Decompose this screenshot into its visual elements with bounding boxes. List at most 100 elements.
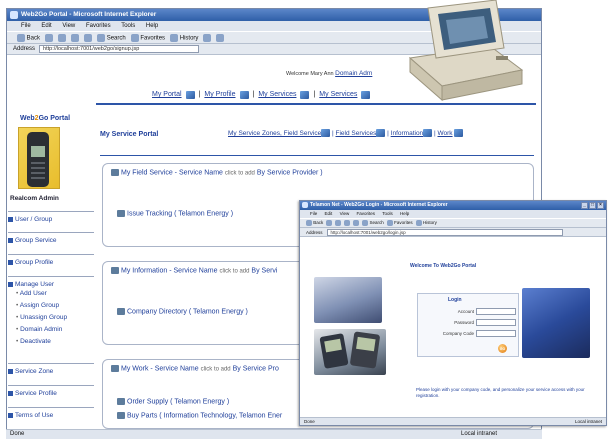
service-buy-parts[interactable]: Buy Parts ( Information Technology, Tela… <box>117 412 282 419</box>
history-icon <box>415 220 422 226</box>
link-work[interactable]: Work <box>438 130 453 137</box>
services-icon <box>361 91 371 99</box>
back-arrow-icon <box>306 220 312 226</box>
sidebar-subitem-deactivate[interactable]: Deactivate <box>16 336 94 348</box>
sidebar-item-group-profile[interactable]: Group Profile <box>8 254 94 266</box>
user-name: Realcom Admin <box>10 195 59 202</box>
business-meeting-photo <box>314 277 382 323</box>
service-icon <box>117 398 125 405</box>
search-button[interactable]: Search <box>362 220 384 226</box>
print-icon[interactable] <box>216 33 225 42</box>
login-title: Login <box>448 297 462 303</box>
menu-file[interactable]: File <box>310 211 317 216</box>
menu-tools[interactable]: Tools <box>121 23 135 29</box>
refresh-icon[interactable] <box>344 220 351 226</box>
forward-arrow-icon[interactable] <box>45 33 54 42</box>
sidebar-subitem-assign-group[interactable]: Assign Group <box>16 300 94 312</box>
password-label: Password <box>454 320 474 325</box>
password-input[interactable] <box>476 319 516 326</box>
refresh-icon[interactable] <box>71 33 80 42</box>
account-input[interactable] <box>476 308 516 315</box>
company-code-input[interactable] <box>476 330 516 337</box>
service-order-supply[interactable]: Order Supply ( Telamon Energy ) <box>117 398 229 405</box>
menu-favorites[interactable]: Favorites <box>86 23 111 29</box>
link-information[interactable]: Information <box>391 130 424 137</box>
history-icon <box>170 33 179 42</box>
nav-my-portal[interactable]: My Portal <box>152 91 182 99</box>
welcome-message: Welcome Mary Ann Domain Adm <box>286 70 372 77</box>
login-form: Login Account Password Company Code GO <box>417 293 519 357</box>
service-icon <box>117 412 125 419</box>
stop-icon[interactable] <box>335 220 342 226</box>
box-title: My Field Service - Service Name <box>121 169 223 177</box>
sidebar-item-user-group[interactable]: User / Group <box>8 211 94 223</box>
link-field-services[interactable]: Field Services <box>336 130 377 137</box>
back-window-title: Web2Go Portal - Microsoft Internet Explo… <box>21 11 157 18</box>
minimize-button[interactable]: _ <box>581 202 588 209</box>
menu-view[interactable]: View <box>62 23 75 29</box>
back-button[interactable]: Back <box>17 33 40 42</box>
login-browser-window: Telamon Net - Web2Go Login - Microsoft I… <box>299 200 607 426</box>
history-button[interactable]: History <box>170 33 198 42</box>
go-button[interactable]: GO <box>498 344 507 353</box>
service-issue-tracking[interactable]: Issue Tracking ( Telamon Energy ) <box>117 210 233 217</box>
sidebar-subitem-unassign-group[interactable]: Unassign Group <box>16 312 94 324</box>
top-navigation: My Portal | My Profile | My Services | M… <box>152 91 371 99</box>
login-status-bar: Done Local intranet <box>300 417 606 425</box>
menu-file[interactable]: File <box>21 23 31 29</box>
menu-edit[interactable]: Edit <box>325 211 333 216</box>
back-arrow-icon <box>17 33 25 42</box>
left-sidebar: Web2Go Portal Realcom Admin User / Group… <box>8 113 94 433</box>
mail-icon[interactable] <box>203 33 212 42</box>
history-button[interactable]: History <box>415 220 437 226</box>
sidebar-subitem-add-user[interactable]: Add User <box>16 288 94 300</box>
domain-admin-link[interactable]: Domain Adm <box>335 70 372 77</box>
link-service-zones[interactable]: My Service Zones, Field Service <box>228 130 321 137</box>
sidebar-item-service-zone[interactable]: Service Zone <box>8 363 94 375</box>
sidebar-item-terms-of-use[interactable]: Terms of Use <box>8 407 94 419</box>
address-input[interactable]: http://localhost:7001/web2go/signup.jsp <box>39 45 200 53</box>
login-window-titlebar[interactable]: Telamon Net - Web2Go Login - Microsoft I… <box>300 201 606 210</box>
favorites-icon <box>130 33 139 42</box>
menu-edit[interactable]: Edit <box>41 23 51 29</box>
nav-my-profile[interactable]: My Profile <box>204 91 235 99</box>
nav-my-services-2[interactable]: My Services <box>319 91 357 99</box>
sidebar-subitem-domain-admin[interactable]: Domain Admin <box>16 324 94 336</box>
stop-icon[interactable] <box>58 33 67 42</box>
favorites-button[interactable]: Favorites <box>386 220 413 226</box>
nav-my-services-1[interactable]: My Services <box>258 91 296 99</box>
service-icon <box>117 210 125 217</box>
account-label: Account <box>457 309 474 314</box>
home-icon[interactable] <box>353 220 360 226</box>
back-status-bar: Done Local intranet <box>6 429 542 439</box>
service-company-directory[interactable]: Company Directory ( Telamon Energy ) <box>117 308 248 315</box>
maximize-button[interactable]: □ <box>589 202 596 209</box>
box-title: My Information - Service Name <box>121 267 218 275</box>
menu-tools[interactable]: Tools <box>382 211 393 216</box>
home-icon[interactable] <box>84 33 93 42</box>
favorites-button[interactable]: Favorites <box>130 33 165 42</box>
office-team-photo <box>522 288 590 358</box>
menu-favorites[interactable]: Favorites <box>357 211 376 216</box>
address-label: Address <box>13 46 36 52</box>
pager-icon <box>319 333 349 369</box>
portal-title: My Service Portal <box>100 131 159 138</box>
sidebar-item-group-service[interactable]: Group Service <box>8 232 94 244</box>
close-button[interactable]: × <box>597 202 604 209</box>
menu-view[interactable]: View <box>340 211 350 216</box>
back-button[interactable]: Back <box>306 220 323 226</box>
search-button[interactable]: Search <box>97 33 126 42</box>
folder-icon <box>111 169 119 176</box>
box-title: My Work - Service Name <box>121 365 199 373</box>
menu-help[interactable]: Help <box>146 23 158 29</box>
address-input[interactable]: http://localhost:7001/web2go/login.jsp <box>326 228 563 236</box>
field-services-icon <box>376 129 386 138</box>
forward-arrow-icon[interactable] <box>326 220 333 226</box>
menu-help[interactable]: Help <box>400 211 409 216</box>
sidebar-item-manage-user[interactable]: Manage User Add User Assign Group Unassi… <box>8 276 94 348</box>
portal-icon <box>185 91 195 99</box>
sidebar-item-service-profile[interactable]: Service Profile <box>8 385 94 397</box>
favorites-icon <box>386 220 393 226</box>
folder-icon <box>111 267 119 274</box>
mobile-phone-image <box>18 127 60 189</box>
